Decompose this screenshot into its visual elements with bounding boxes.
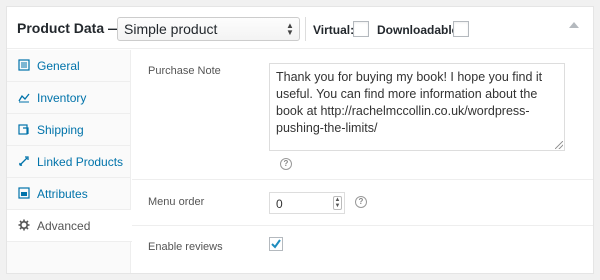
tab-inventory-label: Inventory [37,91,87,105]
virtual-checkbox[interactable] [353,21,369,37]
tab-attributes-label: Attributes [37,187,88,201]
menu-order-value: 0 [276,197,283,211]
enable-reviews-label: Enable reviews [148,241,223,253]
tab-general[interactable]: General [7,50,131,82]
number-spinner-icon[interactable]: ▲ ▼ [333,196,342,210]
virtual-label: Virtual: [313,23,355,37]
tab-linked-products-label: Linked Products [37,155,124,169]
help-icon[interactable]: ? [355,196,367,208]
tab-advanced-label: Advanced [37,219,91,233]
tab-linked-products[interactable]: Linked Products [7,146,131,178]
help-icon[interactable]: ? [280,158,292,170]
resize-grip-icon[interactable] [555,141,563,149]
product-type-select[interactable]: Simple product ▲ ▼ [117,17,300,41]
purchase-note-text: Thank you for buying my book! I hope you… [276,70,543,135]
product-type-value: Simple product [124,21,218,37]
tab-inventory[interactable]: Inventory [7,82,131,114]
attributes-icon [18,187,30,199]
tab-attributes[interactable]: Attributes [7,178,131,210]
enable-reviews-row: Enable reviews [132,227,593,273]
menu-order-input[interactable]: 0 ▲ ▼ [269,192,345,214]
product-data-panel: Product Data — Simple product ▲ ▼ Virtual… [6,6,594,274]
enable-reviews-checkbox[interactable] [269,237,283,251]
shipping-icon [18,124,29,135]
purchase-note-label: Purchase Note [148,65,221,77]
downloadable-label: Downloadable: [377,23,463,37]
tab-shipping[interactable]: Shipping [7,114,131,146]
collapse-arrow-icon[interactable] [569,22,579,28]
purchase-note-textarea[interactable]: Thank you for buying my book! I hope you… [269,63,565,151]
checkmark-icon [271,239,281,249]
general-icon [18,59,30,71]
product-data-tabs: General Inventory Shipping Linked Produc… [7,50,132,273]
tab-general-label: General [37,59,80,73]
select-arrows-icon: ▲ ▼ [286,21,294,37]
panel-title: Product Data — [17,20,123,36]
purchase-note-row: Purchase Note Thank you for buying my bo… [132,50,593,180]
tab-advanced[interactable]: Advanced [7,210,132,242]
gear-icon [18,219,30,231]
panel-header: Product Data — Simple product ▲ ▼ Virtual… [7,7,593,49]
downloadable-checkbox[interactable] [453,21,469,37]
tab-shipping-label: Shipping [37,123,84,137]
menu-order-row: Menu order 0 ▲ ▼ ? [132,181,593,226]
header-divider [305,17,306,41]
menu-order-label: Menu order [148,196,205,208]
linked-products-icon [19,156,29,166]
inventory-icon [18,93,30,103]
